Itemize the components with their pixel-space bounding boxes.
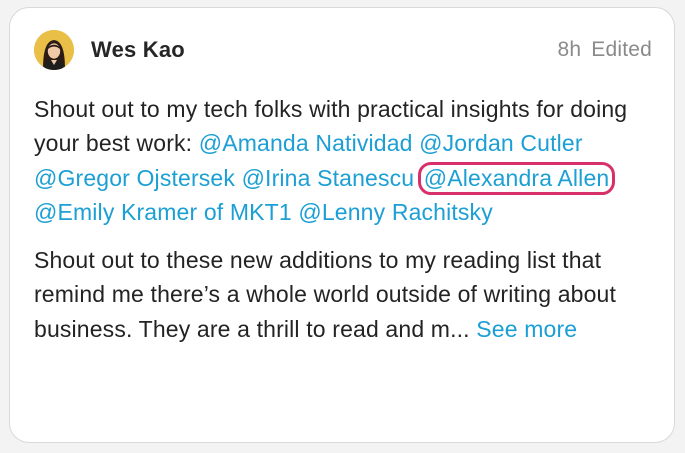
post-paragraph-2: Shout out to these new additions to my r…: [34, 243, 664, 346]
mention-gregor-ojstersek[interactable]: @Gregor Ojstersek: [34, 165, 235, 191]
mention-alexandra-allen[interactable]: @Alexandra Allen: [417, 161, 616, 195]
post-body: Shout out to my tech folks with practica…: [34, 92, 664, 346]
mention-emily-kramer[interactable]: @Emily Kramer of MKT1: [34, 199, 292, 225]
mention-lenny-rachitsky[interactable]: @Lenny Rachitsky: [298, 199, 493, 225]
mention-jordan-cutler[interactable]: @Jordan Cutler: [419, 130, 583, 156]
author-name[interactable]: Wes Kao: [91, 37, 185, 63]
mention-irina-stanescu[interactable]: @Irina Stanescu: [242, 165, 415, 191]
avatar[interactable]: [34, 30, 74, 70]
post-timestamp: 8h: [557, 38, 582, 61]
post-card: Wes Kao 8h Edited Shout out to my tech fo…: [9, 7, 675, 443]
edited-label: Edited: [591, 38, 652, 61]
mention-amanda-natividad[interactable]: @Amanda Natividad: [199, 130, 413, 156]
post-header: Wes Kao 8h Edited: [34, 28, 652, 72]
see-more-link[interactable]: See more: [476, 316, 577, 342]
post-meta: 8h Edited: [557, 38, 652, 62]
avatar-portrait-icon: [34, 30, 74, 70]
post-paragraph-1: Shout out to my tech folks with practica…: [34, 92, 664, 229]
